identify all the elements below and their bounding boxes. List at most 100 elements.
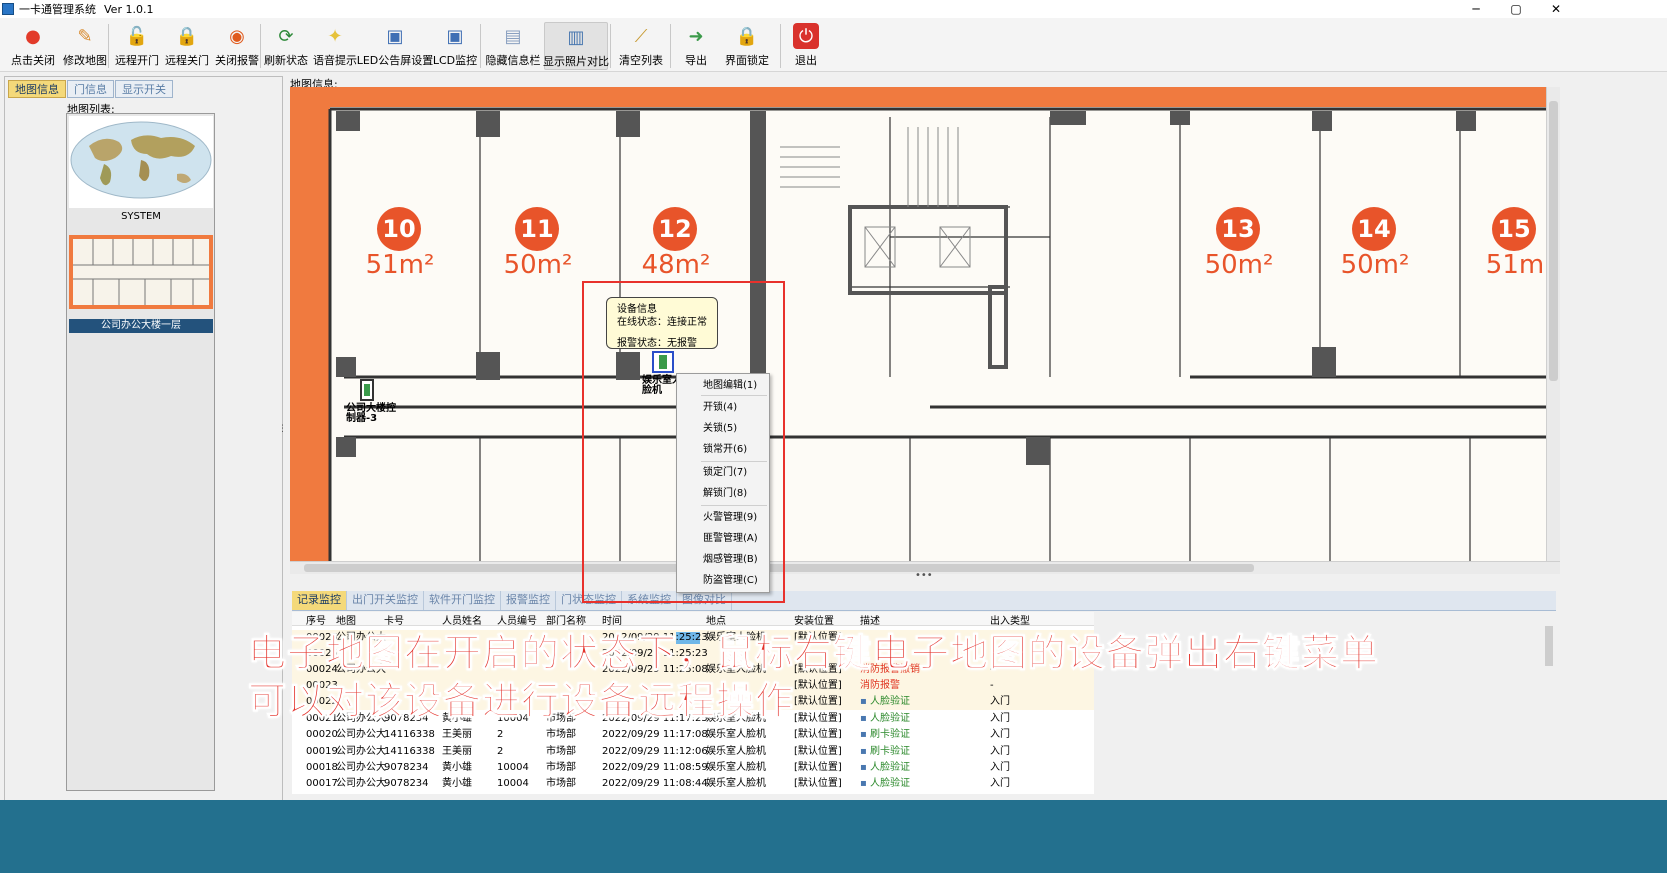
room-area-label: 50m²: [1204, 250, 1274, 280]
lockui-button[interactable]: 🔒 界面锁定: [724, 22, 770, 70]
table-cell: 10004: [497, 762, 529, 773]
map-edit-icon: ✎: [77, 25, 93, 47]
table-cell: -: [990, 680, 994, 691]
voice-button[interactable]: ✦ 语音提示: [313, 22, 357, 70]
minimize-button[interactable]: ─: [1456, 0, 1496, 18]
toolbar-separator: [780, 24, 781, 68]
table-cell: [默认位置]: [794, 746, 842, 757]
table-cell: 王美丽: [442, 746, 472, 757]
alarm-off-icon: ◉: [229, 25, 245, 47]
table-cell: 14116338: [384, 746, 435, 757]
hide-info-button[interactable]: ▤ 隐藏信息栏: [486, 22, 541, 70]
table-cell: 10004: [497, 778, 529, 789]
room-area-label: 50m²: [1340, 250, 1410, 280]
toolbar-label: 修改地图: [63, 54, 107, 67]
map-thumb-floor1[interactable]: [69, 235, 213, 309]
table-cell: 14116338: [384, 729, 435, 740]
red-light-icon: ●: [25, 25, 41, 47]
clear-button[interactable]: ⟋ 清空列表: [618, 22, 664, 70]
table-cell: [默认位置]: [794, 696, 842, 707]
table-cell: [默认位置]: [794, 713, 842, 724]
table-cell: 娱乐室人脸机: [706, 778, 766, 789]
table-scrollbar[interactable]: [1542, 612, 1556, 794]
tab-map-info[interactable]: 地图信息: [8, 80, 66, 98]
floor-plan: [328, 107, 1546, 561]
toolbar-label: 点击关闭: [11, 54, 55, 67]
toolbar-label: 界面锁定: [725, 54, 769, 67]
table-row[interactable]: 00018 公司办公大 9078234 黄小雄 10004 市场部 2022/09/29 1…: [292, 760, 1094, 776]
map-list: SYSTEM 公司办公大楼一层: [66, 113, 215, 791]
table-cell: 黄小雄: [442, 778, 472, 789]
hide-panel-icon: ▤: [504, 25, 522, 47]
table-cell: ▪ 人脸验证: [860, 696, 910, 707]
left-panel: 地图信息 门信息 显示开关 地图列表: SYSTEM 公司办公大楼一层: [4, 76, 283, 848]
lcd-button[interactable]: ▣ LCD监控: [432, 22, 478, 70]
remote-close-button[interactable]: 🔒 远程关门: [164, 22, 210, 70]
table-cell: 2022/09/29 11:17:08: [602, 729, 708, 740]
photo-compare-icon: ▥: [567, 26, 585, 48]
maximize-button[interactable]: ▢: [1496, 0, 1536, 18]
left-tabs: 地图信息 门信息 显示开关: [8, 80, 174, 98]
device-label-controller: 公司大楼控制器-3: [346, 403, 396, 424]
table-row[interactable]: 00019 公司办公大 14116338 王美丽 2 市场部 2022/09/29 11:1…: [292, 744, 1094, 760]
toolbar-label: 退出: [795, 54, 817, 67]
refresh-button[interactable]: ⟳ 刷新状态: [263, 22, 309, 70]
tab-door-info[interactable]: 门信息: [67, 80, 114, 98]
table-cell: 00019: [306, 746, 338, 757]
exit-button[interactable]: ⏻ 退出: [790, 22, 822, 70]
table-cell: 公司办公大: [336, 778, 386, 789]
tab-monitor[interactable]: 报警监控: [501, 591, 556, 610]
toolbar-label: LED公告屏设置: [356, 54, 434, 67]
toolbar-separator: [670, 24, 671, 68]
splitter-handle[interactable]: ⋮: [278, 425, 287, 434]
toolbar-label: 清空列表: [619, 54, 663, 67]
edit-map-button[interactable]: ✎ 修改地图: [60, 22, 110, 70]
table-cell: 00017: [306, 778, 338, 789]
toolbar-label: LCD监控: [432, 54, 478, 67]
close-click-button[interactable]: ● 点击关闭: [8, 22, 58, 70]
room-area-label: 51m: [1485, 250, 1545, 280]
toolbar-label: 显示照片对比: [543, 55, 609, 68]
map-thumb-system[interactable]: [69, 116, 213, 208]
window-title: 一卡通管理系统: [19, 3, 96, 16]
led-button[interactable]: ▣ LED公告屏设置: [357, 22, 434, 70]
door-controller-icon[interactable]: [360, 379, 374, 401]
table-cell: [默认位置]: [794, 778, 842, 789]
splitter-handle-horizontal[interactable]: •••: [915, 571, 933, 581]
close-alarm-button[interactable]: ◉ 关闭报警: [214, 22, 260, 70]
table-cell: 消防报警: [860, 680, 900, 691]
table-cell: 入门: [990, 713, 1010, 724]
map-canvas[interactable]: 10 51m² 11 50m² 12 48m² 13 50m² 14 50m² 15 51m 公司大楼…: [290, 87, 1546, 561]
broom-icon: ⟋: [634, 25, 648, 47]
tab-monitor[interactable]: 软件开门监控: [424, 591, 501, 610]
table-cell: 娱乐室人脸机: [706, 762, 766, 773]
table-cell: 入门: [990, 746, 1010, 757]
lock-icon: 🔒: [175, 25, 199, 47]
table-cell: 公司办公大: [336, 746, 386, 757]
table-cell: 入门: [990, 729, 1010, 740]
toolbar-label: 远程开门: [115, 54, 159, 67]
remote-open-button[interactable]: 🔓 远程开门: [114, 22, 160, 70]
app-icon: [2, 3, 14, 15]
title-bar: 一卡通管理系统 Ver 1.0.1 ─ ▢ ✕: [0, 0, 1667, 18]
map-vertical-scrollbar[interactable]: [1546, 87, 1560, 561]
toolbar-label: 刷新状态: [264, 54, 308, 67]
tab-monitor[interactable]: 记录监控: [292, 591, 347, 610]
table-cell: 00018: [306, 762, 338, 773]
table-row[interactable]: 00017 公司办公大 9078234 黄小雄 10004 市场部 2022/09/29 1…: [292, 776, 1094, 792]
table-cell: 公司办公大: [336, 729, 386, 740]
map-thumb-floor1-label[interactable]: 公司办公大楼一层: [69, 319, 213, 333]
photo-button[interactable]: ▥ 显示照片对比: [543, 22, 609, 70]
tab-monitor[interactable]: 出门开关监控: [347, 591, 424, 610]
room-number-badge: 12: [653, 207, 697, 251]
export-button[interactable]: ➜ 导出: [680, 22, 712, 70]
room-area-label: 48m²: [641, 250, 711, 280]
led-screen-icon: ▣: [386, 25, 404, 47]
room-area-label: 51m²: [365, 250, 435, 280]
table-row[interactable]: 00020 公司办公大 14116338 王美丽 2 市场部 2022/09/29 11:1…: [292, 727, 1094, 743]
table-cell: 2022/09/29 11:08:59: [602, 762, 708, 773]
table-cell: ▪ 人脸验证: [860, 762, 910, 773]
padlock-icon: 🔒: [735, 25, 759, 47]
close-button[interactable]: ✕: [1536, 0, 1576, 18]
tab-display-switch[interactable]: 显示开关: [115, 80, 173, 98]
